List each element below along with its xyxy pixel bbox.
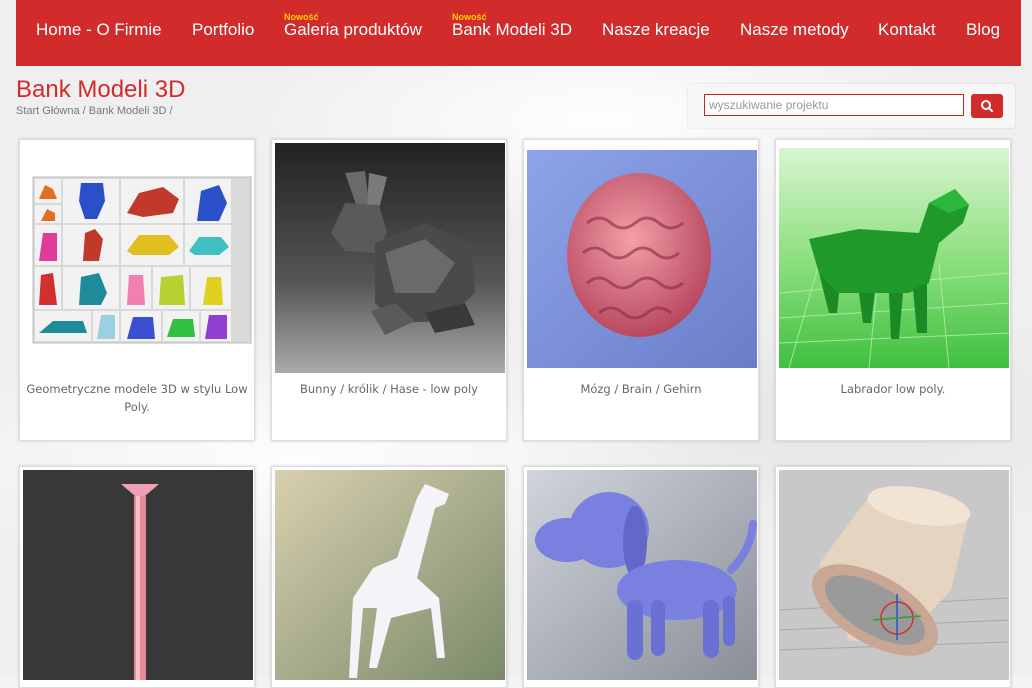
card-caption: Labrador low poly. [840,382,946,396]
search-button[interactable] [971,94,1003,118]
gallery-card[interactable]: Bunny / królik / Hase - low poly [271,139,507,441]
nav-item-kontakt[interactable]: Kontakt [878,0,936,66]
search-input[interactable] [704,94,964,116]
nav-item-bank-modeli-3d[interactable]: Nowość Bank Modeli 3D [452,0,572,66]
breadcrumb: Start Główna / Bank Modeli 3D / [16,105,173,117]
cartoon-dog-model-thumbnail [527,470,757,680]
new-badge: Nowość [452,12,487,22]
card-caption: Mózg / Brain / Gehirn [580,382,702,396]
gallery-card[interactable] [775,466,1011,688]
card-caption: Bunny / królik / Hase - low poly [299,382,478,396]
nav-item-nasze-metody[interactable]: Nasze metody [740,0,849,66]
card-caption: Geometryczne modele 3D w stylu Low Poly. [26,382,248,414]
search-icon [981,100,993,112]
gallery-card[interactable] [523,466,759,688]
pink-stick-model-thumbnail [23,470,253,680]
gallery-card[interactable]: Labrador low poly. [775,139,1011,441]
nav-item-label: Bank Modeli 3D [452,20,573,39]
nav-item-nasze-kreacje[interactable]: Nasze kreacje [602,0,710,66]
nav-item-label: Nasze metody [740,20,849,39]
breadcrumb-home-link[interactable]: Start Główna [16,105,80,117]
cylinder-cap-model-thumbnail [779,470,1009,680]
nav-item-home[interactable]: Home - O Firmie [36,0,162,66]
giraffe-model-thumbnail [275,470,505,680]
nav-item-portfolio[interactable]: Portfolio [192,0,254,66]
gallery-card[interactable] [19,466,255,688]
nav-item-galeria-produktow[interactable]: Nowość Galeria produktów [284,0,422,66]
breadcrumb-separator: / [79,105,89,117]
nav-item-label: Galeria produktów [284,20,422,39]
brain-model-thumbnail [527,150,757,368]
main-navbar: Home - O Firmie Portfolio Nowość Galeria… [16,0,1021,66]
gallery-card[interactable]: Mózg / Brain / Gehirn [523,139,759,441]
breadcrumb-separator: / [166,105,173,117]
page-title: Bank Modeli 3D [16,76,186,103]
gallery-card[interactable] [271,466,507,688]
nav-item-blog[interactable]: Blog [966,0,1000,66]
nav-item-label: Kontakt [878,20,936,39]
low-poly-labrador-thumbnail [779,148,1009,369]
gallery-card[interactable]: Geometryczne modele 3D w stylu Low Poly. [19,139,255,441]
low-poly-models-collage-thumbnail [23,143,253,373]
nav-item-label: Portfolio [192,20,255,39]
breadcrumb-current-link[interactable]: Bank Modeli 3D [89,105,167,117]
search-box [688,84,1015,128]
low-poly-bunny-thumbnail [275,143,505,373]
new-badge: Nowość [284,12,319,22]
nav-item-label: Nasze kreacje [602,20,710,39]
nav-item-label: Blog [966,20,1001,39]
nav-item-label: Home - O Firmie [36,20,162,39]
